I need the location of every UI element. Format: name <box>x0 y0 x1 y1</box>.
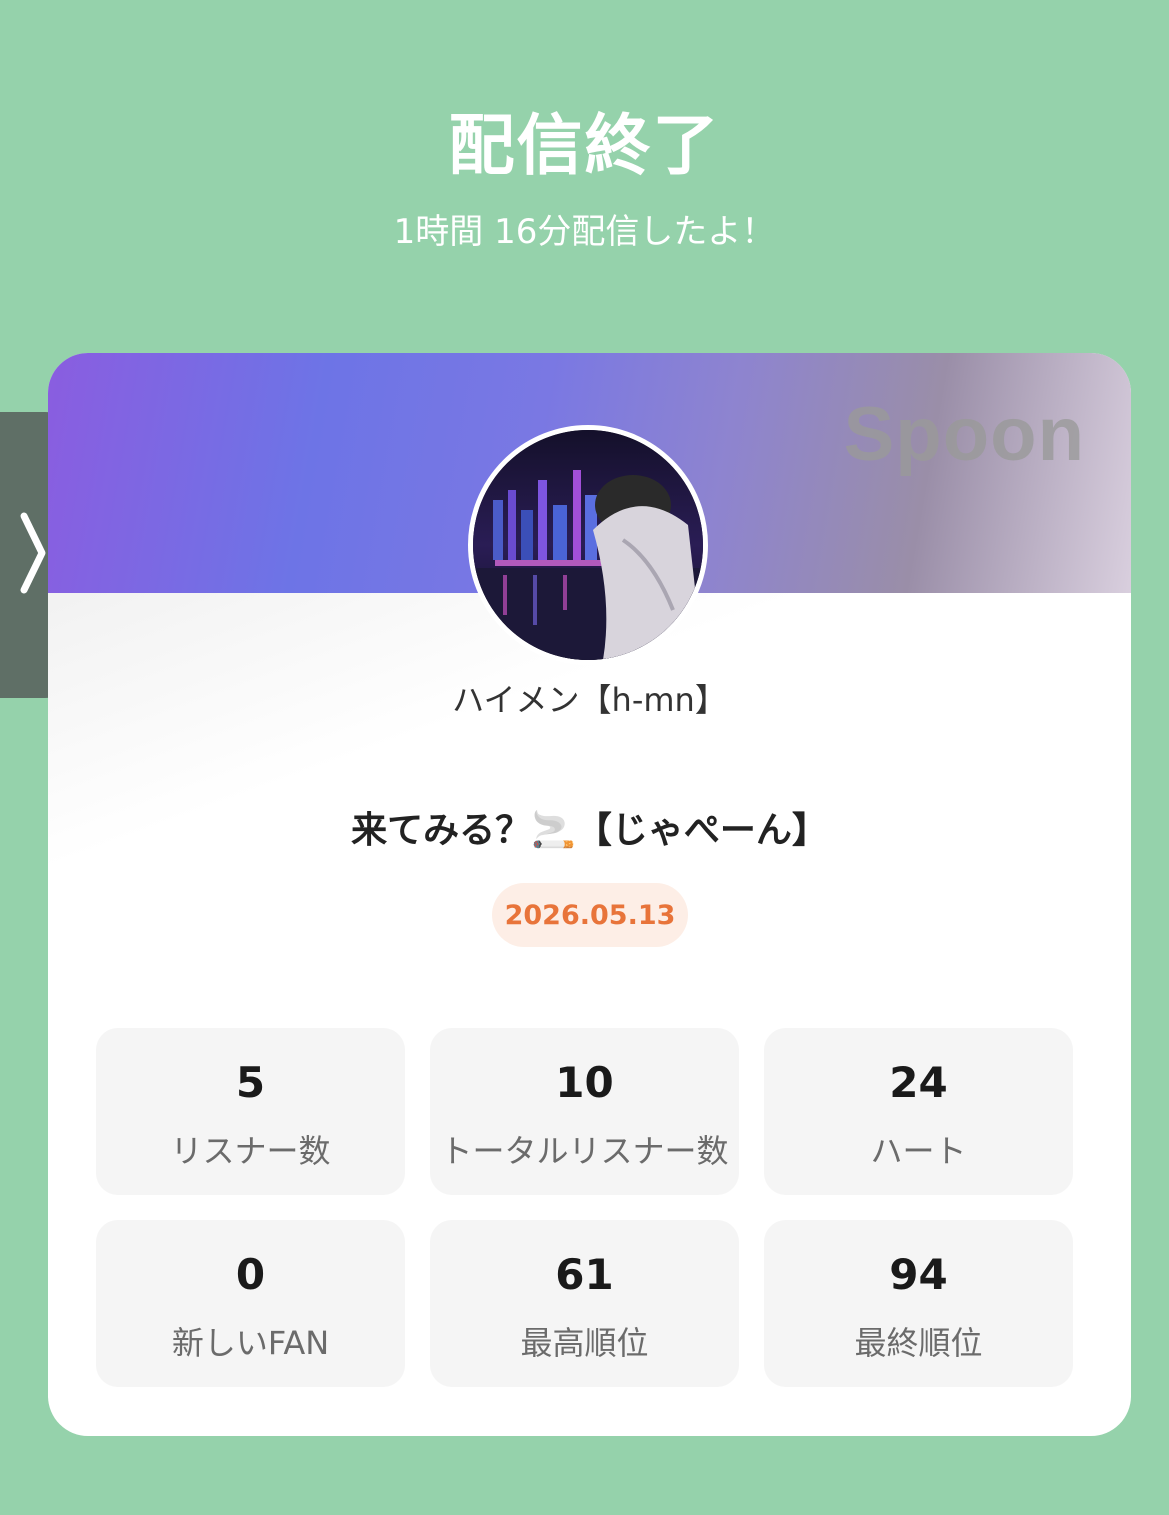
date-badge: 2026.05.13 <box>492 883 688 947</box>
broadcast-summary-card: Spoon ハイメン【h-mn】 来てみる？🚬【じゃぺーん】 2026.05.1… <box>48 353 1131 1436</box>
stat-label: 最高順位 <box>520 1324 649 1362</box>
broadcast-duration: 1時間 16分配信したよ！ <box>393 212 776 252</box>
stat-value: 61 <box>555 1250 614 1299</box>
avatar[interactable] <box>468 425 708 665</box>
live-title: 来てみる？🚬【じゃぺーん】 <box>351 810 828 851</box>
stat-final-rank: 94 最終順位 <box>764 1220 1073 1387</box>
stat-total-listeners: 10 トータルリスナー数 <box>430 1028 739 1195</box>
stat-listeners: 5 リスナー数 <box>96 1028 405 1195</box>
stat-label: ハート <box>870 1132 967 1170</box>
spoon-logo: Spoon <box>843 392 1085 477</box>
stat-label: リスナー数 <box>170 1132 331 1170</box>
stats-grid: 5 リスナー数 10 トータルリスナー数 24 ハート 0 新しいFAN 61 … <box>96 1028 1073 1387</box>
stat-value: 24 <box>889 1058 948 1107</box>
chevron-right-icon <box>18 510 48 600</box>
stat-label: 最終順位 <box>854 1324 983 1362</box>
stat-label: トータルリスナー数 <box>440 1132 729 1170</box>
stat-new-fans: 0 新しいFAN <box>96 1220 405 1387</box>
avatar-image <box>473 430 703 660</box>
stat-value: 94 <box>889 1250 948 1299</box>
stat-value: 5 <box>235 1058 266 1107</box>
username: ハイメン【h-mn】 <box>452 681 727 719</box>
page-title: 配信終了 <box>448 107 721 184</box>
stat-label: 新しいFAN <box>171 1324 330 1362</box>
stat-value: 10 <box>555 1058 614 1107</box>
stat-value: 0 <box>235 1250 266 1299</box>
stat-hearts: 24 ハート <box>764 1028 1073 1195</box>
stat-highest-rank: 61 最高順位 <box>430 1220 739 1387</box>
